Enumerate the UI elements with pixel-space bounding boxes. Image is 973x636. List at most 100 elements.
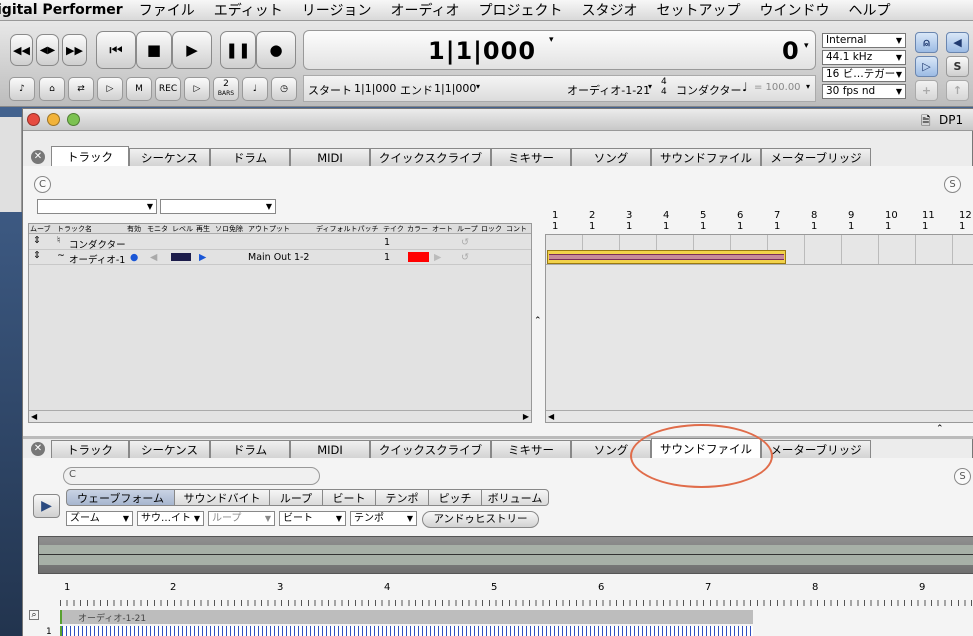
menu-edit[interactable]: エディット [214, 0, 283, 20]
start-value[interactable]: 1|1|000 [354, 82, 396, 95]
solo-button[interactable]: S [946, 56, 969, 77]
enable-dot-icon[interactable]: ● [130, 252, 138, 263]
waveform-overview[interactable] [38, 536, 973, 574]
soundbite-select[interactable]: サウ…イト ▼ [137, 511, 204, 526]
menu-region[interactable]: リージョン [302, 0, 372, 20]
close-window-button[interactable] [27, 113, 40, 126]
track-name[interactable]: コンダクター [69, 237, 126, 251]
loop-toggle-icon[interactable]: ↺ [461, 252, 469, 263]
tempo-chevron-icon[interactable]: ▾ [806, 82, 810, 91]
splitter-handle-icon[interactable]: ⌃ [534, 316, 542, 326]
track-chevron-icon[interactable]: ▾ [648, 82, 652, 91]
tab-sequence[interactable]: シーケンス [129, 440, 210, 458]
soundfile-s-button[interactable]: S [954, 468, 971, 485]
timeline-hscroll[interactable]: ◀ [546, 410, 973, 422]
segment-soundbite[interactable]: サウンドバイト [174, 489, 269, 506]
tab-meterbridge[interactable]: メーターブリッジ [761, 148, 871, 166]
undo-history-button[interactable]: アンドゥヒストリー [422, 511, 539, 528]
tab-midi[interactable]: MIDI [290, 440, 370, 458]
track-list-hscroll[interactable]: ◀ ▶ [29, 410, 531, 422]
return-to-zero-button[interactable]: ⏮ [96, 31, 136, 69]
menu-file[interactable]: ファイル [139, 0, 195, 20]
click-icon[interactable]: ♪ [9, 77, 35, 101]
menu-help[interactable]: ヘルプ [849, 0, 891, 20]
tab-quickscribe[interactable]: クイックスクライブ [370, 440, 491, 458]
take-value[interactable]: 1 [384, 252, 390, 263]
tracks-s-button[interactable]: S [944, 176, 961, 193]
take-value[interactable]: 1 [384, 237, 390, 248]
secondary-counter-chevron-icon[interactable]: ▾ [804, 41, 809, 51]
segment-waveform[interactable]: ウェーブフォーム [66, 489, 174, 506]
minimize-window-button[interactable] [47, 113, 60, 126]
pause-button[interactable]: ❚❚ [220, 31, 256, 69]
plus-icon[interactable]: + [915, 80, 938, 101]
menu-project[interactable]: プロジェクト [479, 0, 563, 20]
soundfile-c-button[interactable]: C [69, 469, 76, 480]
overdub-rec-icon[interactable]: REC [155, 77, 181, 101]
tracks-c-button[interactable]: C [34, 176, 51, 193]
move-handle-icon[interactable]: ⇕ [33, 235, 41, 246]
soundfile-play-button[interactable]: ▶ [33, 494, 60, 518]
tab-drum[interactable]: ドラム [210, 440, 290, 458]
segment-volume[interactable]: ボリューム [481, 489, 549, 506]
end-value[interactable]: 1|1|000 [434, 82, 476, 95]
monitor-speaker-icon[interactable]: ◀ [150, 252, 157, 263]
end-chevron-icon[interactable]: ▾ [476, 82, 480, 91]
tab-mixer[interactable]: ミキサー [491, 440, 571, 458]
tuner-icon[interactable]: ⍝ [915, 32, 938, 53]
memory-cycle-icon[interactable]: M [126, 77, 152, 101]
track-name-value[interactable]: オーディオ-1-21 [567, 82, 650, 98]
counter-chevron-icon[interactable]: ▾ [549, 35, 554, 45]
table-row[interactable]: ⇕ ♮ コンダクター 1 ↺ [29, 235, 531, 251]
sync-select[interactable]: Internal ▼ [822, 33, 906, 48]
auto-stop-icon[interactable]: ▷ [184, 77, 210, 101]
soundfile-region-bar[interactable]: オーディオ-1-21 [60, 610, 753, 624]
app-menu[interactable]: igital Performer [0, 2, 123, 18]
punch-icon[interactable]: ▷ [97, 77, 123, 101]
record-button[interactable]: ● [256, 31, 296, 69]
segment-pitch[interactable]: ピッチ [428, 489, 481, 506]
playback-icon[interactable]: ▶ [199, 252, 206, 263]
auto-play-icon[interactable]: ▶ [434, 252, 441, 263]
audio-region[interactable] [547, 250, 786, 264]
zoom-select[interactable]: ズーム ▼ [66, 511, 133, 526]
segment-loop[interactable]: ループ [269, 489, 322, 506]
tab-tracks[interactable]: トラック [51, 440, 129, 458]
speaker-icon[interactable]: ◀ [946, 32, 969, 53]
tab-quickscribe[interactable]: クイックスクライブ [370, 148, 491, 166]
segment-tempo[interactable]: テンポ [375, 489, 428, 506]
tab-sequence[interactable]: シーケンス [129, 148, 210, 166]
tab-soundfile[interactable]: サウンドファイル [651, 148, 761, 166]
tab-song[interactable]: ソング [571, 148, 651, 166]
metronome-icon[interactable]: ♩ [242, 77, 268, 101]
soundfile-search-field[interactable]: C [63, 467, 320, 485]
play-button[interactable]: ▶ [172, 31, 212, 69]
shuttle-button[interactable]: ◀▶ [36, 34, 59, 66]
loop-toggle-icon[interactable]: ↺ [461, 237, 469, 248]
beat-select[interactable]: ビート ▼ [279, 511, 346, 526]
scroll-left-icon[interactable]: ◀ [31, 412, 37, 421]
sample-rate-select[interactable]: 44.1 kHz ▼ [822, 50, 906, 65]
fps-select[interactable]: 30 fps nd ▼ [822, 84, 906, 99]
zoom-magnifier-icon[interactable]: ⌕ [29, 610, 39, 620]
play-selection-icon[interactable]: ▷ [915, 56, 938, 77]
menu-audio[interactable]: オーディオ [390, 0, 459, 20]
main-counter-display[interactable]: 1|1|000 ▾ 0 ▾ [303, 30, 816, 70]
waveform-track[interactable] [60, 626, 753, 636]
tempo-value[interactable]: = 100.00 [754, 82, 801, 93]
track-color-swatch[interactable] [408, 252, 429, 262]
up-arrow-icon[interactable]: ↑ [946, 80, 969, 101]
scroll-left-icon[interactable]: ◀ [548, 412, 554, 421]
output-value[interactable]: Main Out 1-2 [248, 252, 309, 263]
table-row[interactable]: ⇕ ∼ オーディオ-1 ● ◀ ▶ Main Out 1-2 1 ▶ ↺ [29, 250, 531, 266]
bars-button[interactable]: 2 BARS [213, 77, 239, 101]
close-panel-icon[interactable]: ✕ [31, 150, 45, 164]
stop-button[interactable]: ■ [136, 31, 172, 69]
loop-select[interactable]: ループ ▼ [208, 511, 275, 526]
segment-beat[interactable]: ビート [322, 489, 375, 506]
loop-icon[interactable]: ⇄ [68, 77, 94, 101]
tab-midi[interactable]: MIDI [290, 148, 370, 166]
menu-studio[interactable]: スタジオ [582, 0, 638, 20]
tracks-timeline[interactable]: ◀ [545, 234, 973, 423]
rewind-button[interactable]: ◀◀ [10, 34, 33, 66]
